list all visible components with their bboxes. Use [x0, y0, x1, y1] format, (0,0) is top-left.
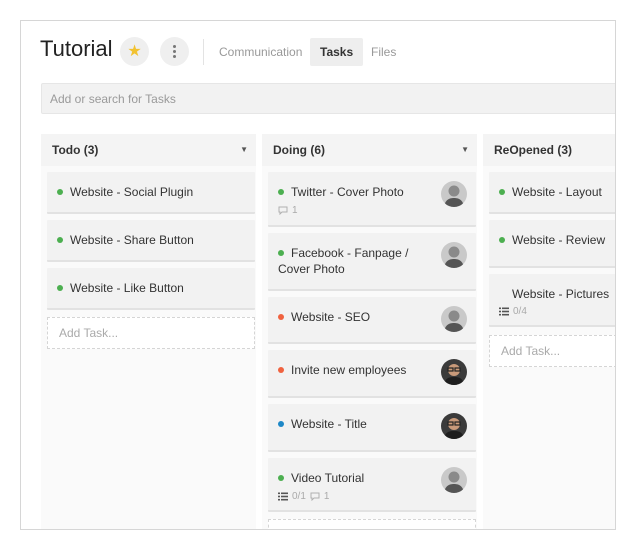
avatar[interactable] [441, 242, 467, 268]
add-task-button[interactable]: Add Task... [47, 317, 255, 349]
task-title: Invite new employees [291, 363, 407, 377]
app-window: Tutorial ★ Communication Tasks Files Tod… [20, 20, 616, 530]
tab-tasks[interactable]: Tasks [310, 38, 364, 66]
task-title: Website - Like Button [70, 281, 184, 295]
caret-down-icon[interactable]: ▼ [240, 134, 248, 166]
task-card[interactable]: Twitter - Cover Photo 1 [268, 172, 476, 227]
column-todo: Todo (3) ▼ Website - Social Plugin Websi… [41, 134, 256, 529]
column-title: ReOpened (3) [494, 143, 573, 157]
column-header[interactable]: Todo (3) ▼ [41, 134, 256, 166]
status-dot [278, 367, 284, 373]
task-meta: 1 [278, 205, 298, 216]
tab-files[interactable]: Files [361, 38, 406, 66]
avatar[interactable] [441, 359, 467, 385]
comment-count: 1 [292, 205, 298, 216]
more-options-button[interactable] [160, 37, 189, 66]
search-input[interactable] [41, 83, 615, 114]
comment-count: 1 [323, 491, 330, 502]
column-title: Doing (6) [273, 143, 325, 157]
task-title: Video Tutorial [291, 471, 365, 485]
star-icon: ★ [127, 42, 142, 60]
favorite-button[interactable]: ★ [120, 37, 149, 66]
column-body: Website - Social Plugin Website - Share … [41, 166, 256, 529]
vertical-dots-icon [173, 45, 176, 58]
checklist-icon [499, 307, 509, 316]
checklist-count: 0/1 [292, 491, 306, 502]
status-dot [278, 421, 284, 427]
task-card[interactable]: Website - Pictures 0/4 [489, 274, 615, 327]
task-title: Website - Review [512, 233, 606, 247]
column-title: Todo (3) [52, 143, 99, 157]
status-dot [57, 237, 63, 243]
status-dot [57, 189, 63, 195]
task-card[interactable]: Website - Share Button [47, 220, 255, 262]
page-title: Tutorial [40, 36, 113, 61]
status-dot [278, 475, 284, 481]
add-task-button[interactable] [268, 519, 476, 529]
caret-down-icon[interactable]: ▼ [461, 134, 469, 166]
task-card[interactable]: Website - Review [489, 220, 615, 268]
task-meta: 0/1 1 [278, 491, 329, 502]
column-header[interactable]: ReOpened (3) [483, 134, 615, 166]
checklist-icon [278, 492, 288, 501]
task-title: Website - Social Plugin [70, 185, 194, 199]
checklist-count: 0/4 [513, 306, 527, 317]
task-card[interactable]: Invite new employees [268, 350, 476, 398]
task-card[interactable]: Website - Layout [489, 172, 615, 214]
task-title: Website - SEO [291, 310, 371, 324]
column-body: Website - Layout Website - Review Websit… [483, 166, 615, 529]
status-dot [57, 285, 63, 291]
header-divider [203, 39, 204, 65]
column-reopened: ReOpened (3) Website - Layout Website - … [483, 134, 615, 529]
comment-icon [278, 206, 288, 215]
task-card[interactable]: Facebook - Fanpage / Cover Photo [268, 233, 476, 291]
status-dot [499, 237, 505, 243]
avatar[interactable] [441, 467, 467, 493]
comment-icon [310, 492, 320, 501]
column-header[interactable]: Doing (6) ▼ [262, 134, 477, 166]
avatar[interactable] [441, 413, 467, 439]
status-dot [278, 314, 284, 320]
avatar[interactable] [441, 306, 467, 332]
tab-communication[interactable]: Communication [209, 38, 312, 66]
task-card[interactable]: Website - Social Plugin [47, 172, 255, 214]
task-card[interactable]: Website - SEO [268, 297, 476, 344]
avatar[interactable] [441, 181, 467, 207]
task-card[interactable]: Website - Title [268, 404, 476, 452]
task-card[interactable]: Website - Like Button [47, 268, 255, 310]
column-doing: Doing (6) ▼ Twitter - Cover Photo 1 Face… [262, 134, 477, 529]
header: Tutorial ★ Communication Tasks Files [21, 21, 615, 83]
task-title: Website - Pictures [512, 287, 610, 301]
task-title: Website - Layout [512, 185, 602, 199]
task-title: Website - Title [291, 417, 367, 431]
column-body: Twitter - Cover Photo 1 Facebook - Fanpa… [262, 166, 477, 529]
task-title: Twitter - Cover Photo [291, 185, 404, 199]
task-meta: 0/4 [499, 306, 527, 317]
task-title: Website - Share Button [70, 233, 194, 247]
task-card[interactable]: Video Tutorial 0/1 1 [268, 458, 476, 512]
task-title: Facebook - Fanpage / Cover Photo [278, 246, 409, 276]
status-dot [278, 189, 284, 195]
status-dot [499, 189, 505, 195]
add-task-button[interactable]: Add Task... [489, 335, 615, 367]
status-dot [278, 250, 284, 256]
